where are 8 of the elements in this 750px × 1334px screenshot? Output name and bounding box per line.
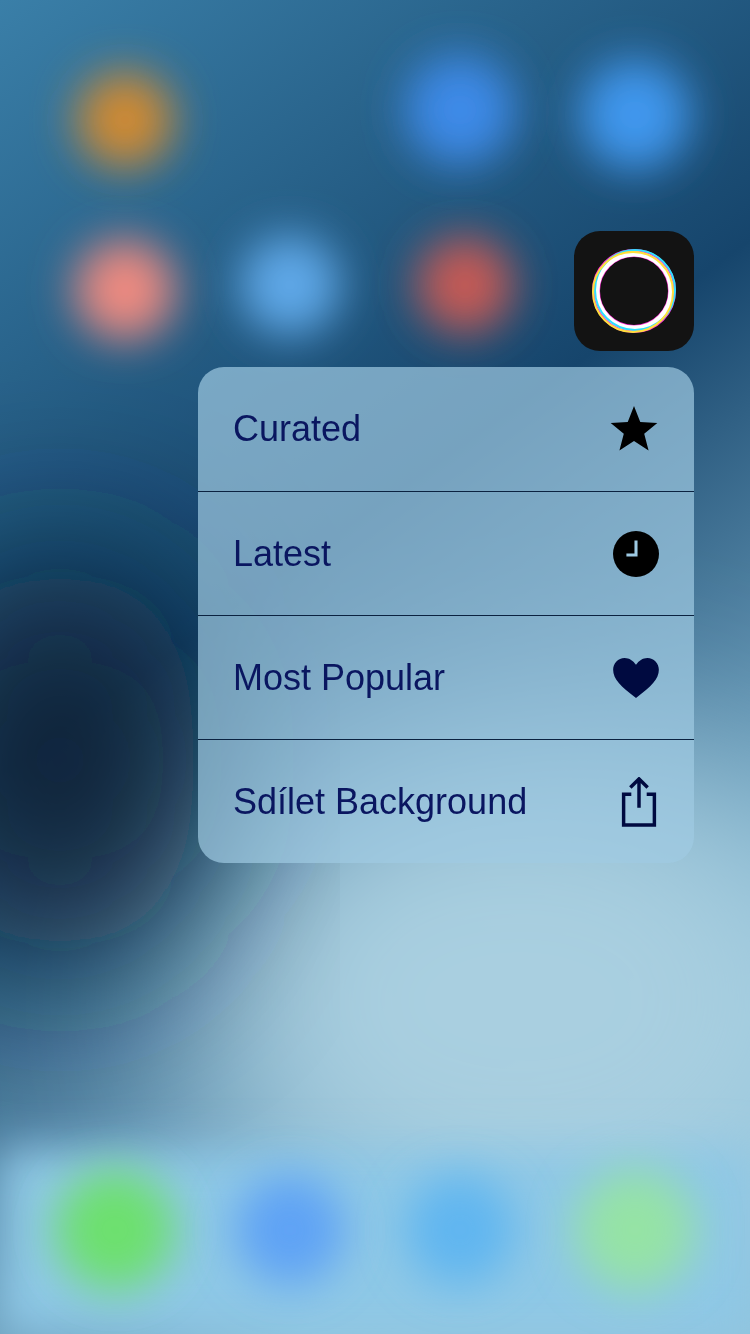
share-icon bbox=[619, 776, 659, 827]
menu-item[interactable]: Latest bbox=[198, 491, 694, 615]
menu-item[interactable]: Curated bbox=[198, 367, 694, 491]
heart-icon bbox=[613, 657, 659, 698]
star-icon bbox=[609, 405, 659, 453]
clock-icon bbox=[613, 530, 659, 577]
menu-item[interactable]: Most Popular bbox=[198, 615, 694, 739]
app-icon[interactable] bbox=[574, 231, 694, 351]
